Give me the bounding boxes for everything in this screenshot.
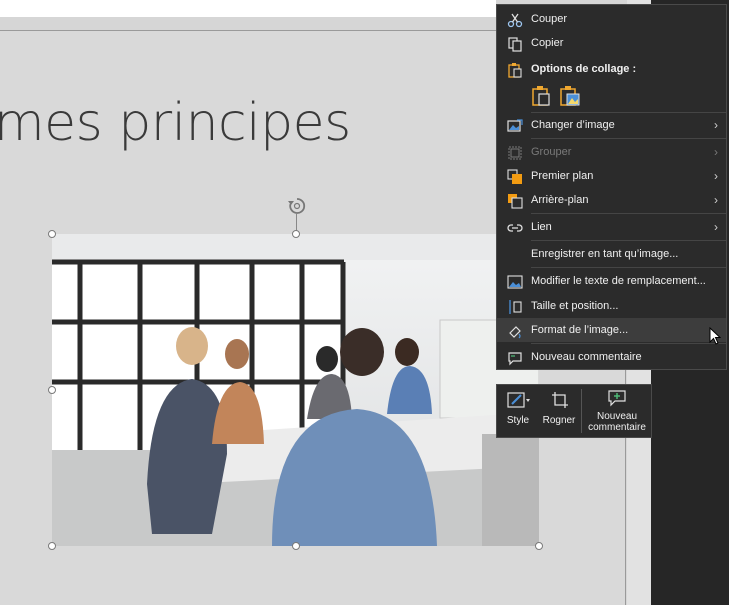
context-menu: Couper Copier Options de collage : Chang… — [496, 4, 727, 370]
menu-item-format-image[interactable]: Format de l’image... — [497, 318, 726, 342]
format-image-icon — [509, 326, 521, 339]
paste-keep-format-icon[interactable] — [531, 85, 551, 107]
menu-separator — [531, 138, 726, 139]
menu-item-copy[interactable]: Copier — [497, 31, 726, 55]
ribbon-bottom-strip — [0, 0, 496, 17]
style-button[interactable]: Style — [499, 385, 537, 437]
menu-item-size-position[interactable]: Taille et position... — [497, 294, 726, 318]
comment-icon — [508, 352, 522, 366]
group-icon — [508, 146, 522, 160]
mini-toolbar: Style Rogner Nouveau commentaire — [496, 384, 652, 438]
new-comment-button[interactable]: Nouveau commentaire — [583, 385, 651, 437]
menu-item-label: Lien — [531, 221, 552, 233]
menu-header-label: Options de collage : — [531, 63, 637, 75]
menu-item-label: Modifier le texte de remplacement... — [531, 275, 706, 287]
meeting-photo — [52, 234, 539, 546]
size-position-icon — [509, 300, 522, 314]
copy-icon — [508, 37, 522, 52]
bring-forward-icon — [507, 169, 522, 184]
menu-item-change-image[interactable]: Changer d’image › — [497, 113, 726, 137]
menu-item-label: Couper — [531, 13, 568, 25]
scissors-icon — [507, 13, 523, 28]
style-label: Style — [506, 415, 530, 426]
link-icon — [507, 224, 523, 232]
send-backward-icon — [508, 194, 523, 209]
menu-item-cut[interactable]: Couper — [497, 7, 726, 31]
paste-icon — [508, 63, 522, 78]
menu-item-link[interactable]: Lien › — [497, 215, 726, 239]
submenu-arrow-icon: › — [714, 145, 718, 159]
menu-item-label: Arrière-plan — [531, 194, 589, 206]
new-comment-label-line2: commentaire — [588, 422, 646, 433]
paste-as-picture-icon[interactable] — [559, 85, 581, 107]
mouse-cursor-icon — [709, 327, 721, 345]
menu-item-edit-alt-text[interactable]: Modifier le texte de remplacement... — [497, 269, 726, 293]
menu-item-bring-forward[interactable]: Premier plan › — [497, 164, 726, 188]
submenu-arrow-icon: › — [714, 169, 718, 183]
menu-item-label: Enregistrer en tant qu’image... — [531, 248, 679, 260]
menu-item-group[interactable]: Grouper › — [497, 140, 726, 164]
resize-handle-top-left[interactable] — [48, 230, 56, 238]
menu-item-label: Premier plan — [531, 170, 594, 182]
menu-item-send-backward[interactable]: Arrière-plan › — [497, 188, 726, 212]
menu-item-label: Changer d’image — [531, 119, 615, 131]
menu-separator — [531, 343, 726, 344]
resize-handle-top[interactable] — [292, 230, 300, 238]
alt-text-icon — [507, 275, 523, 289]
menu-item-label: Nouveau commentaire — [531, 351, 642, 363]
resize-handle-left[interactable] — [48, 386, 56, 394]
menu-item-label: Taille et position... — [531, 300, 619, 312]
submenu-arrow-icon: › — [714, 193, 718, 207]
submenu-arrow-icon: › — [714, 220, 718, 234]
menu-item-save-as-image[interactable]: Enregistrer en tant qu’image... — [497, 242, 726, 266]
crop-icon — [552, 392, 568, 408]
menu-item-label: Grouper — [531, 146, 572, 158]
picture-style-icon — [507, 392, 530, 408]
new-comment-icon — [608, 390, 626, 407]
new-comment-label-line1: Nouveau — [596, 411, 638, 422]
menu-separator — [531, 267, 726, 268]
crop-label: Rogner — [542, 415, 576, 426]
menu-separator — [531, 213, 726, 214]
menu-item-label: Copier — [531, 37, 564, 49]
slide-title[interactable]: mes principes — [0, 93, 351, 153]
resize-handle-bottom-left[interactable] — [48, 542, 56, 550]
resize-handle-bottom[interactable] — [292, 542, 300, 550]
menu-item-label: Format de l’image... — [531, 324, 629, 336]
menu-item-new-comment[interactable]: Nouveau commentaire — [497, 345, 726, 369]
toolbar-divider — [581, 389, 582, 433]
crop-button[interactable]: Rogner — [539, 385, 579, 437]
paste-options-header: Options de collage : — [497, 57, 726, 81]
selected-image[interactable] — [52, 234, 539, 546]
change-image-icon — [507, 119, 523, 132]
submenu-arrow-icon: › — [714, 118, 718, 132]
menu-separator — [531, 240, 726, 241]
rotate-handle-icon[interactable] — [287, 196, 307, 216]
resize-handle-bottom-right[interactable] — [535, 542, 543, 550]
new-comment-label: Nouveau commentaire — [583, 411, 651, 433]
